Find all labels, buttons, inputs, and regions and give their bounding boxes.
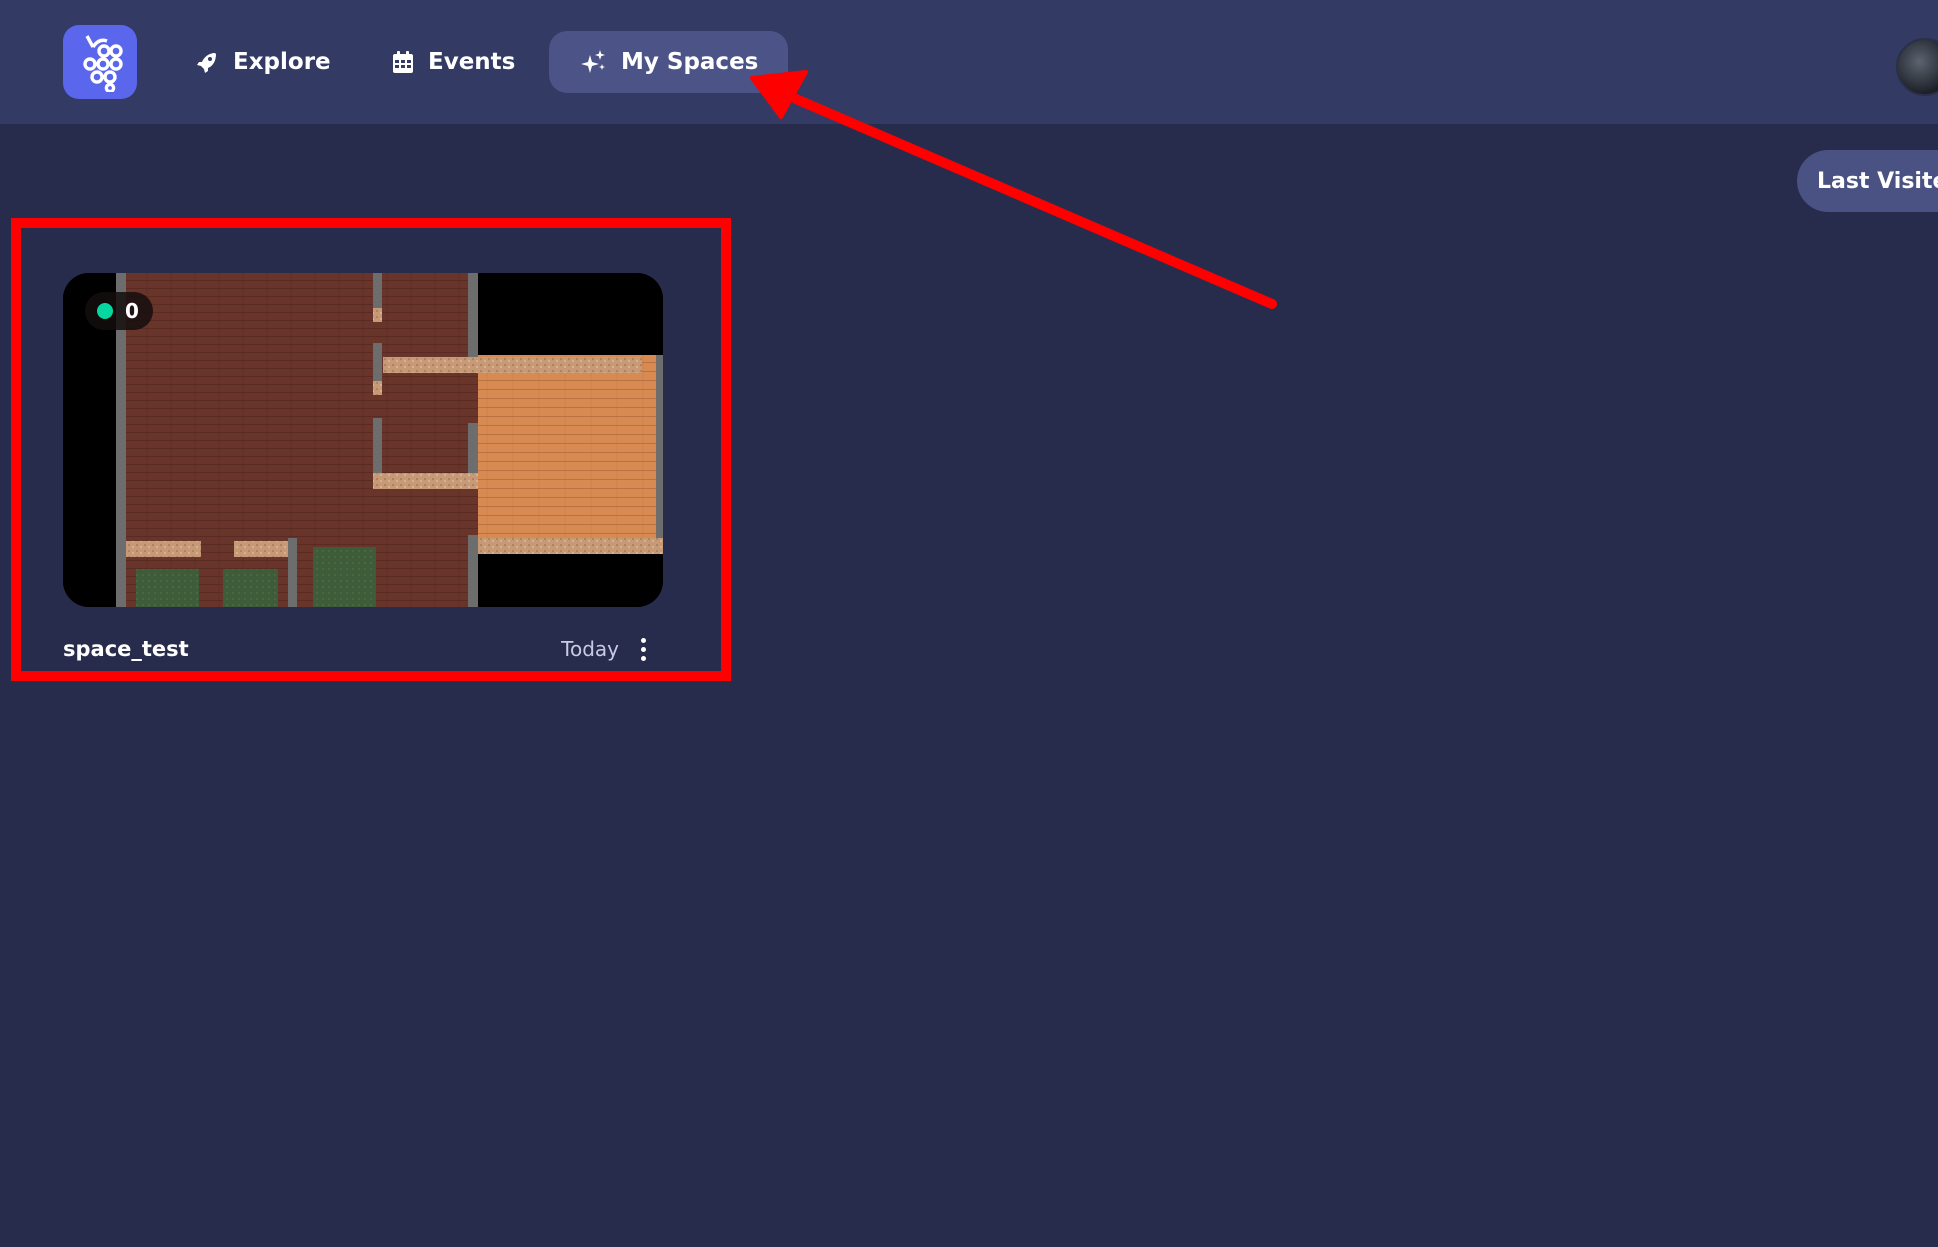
user-avatar[interactable]	[1896, 38, 1938, 96]
online-count-badge: 0	[85, 292, 153, 330]
nav-explore[interactable]: Explore	[165, 31, 361, 93]
nav-events[interactable]: Events	[362, 31, 545, 93]
online-status-dot	[97, 303, 113, 319]
space-name[interactable]: space_test	[63, 637, 189, 661]
sort-label: Last Visited	[1817, 168, 1938, 194]
sparkles-icon	[579, 49, 607, 75]
space-thumbnail[interactable]: 0	[63, 273, 663, 607]
nav-explore-label: Explore	[233, 49, 331, 75]
calendar-icon	[392, 50, 414, 74]
nav-my-spaces[interactable]: My Spaces	[549, 31, 789, 93]
nav-events-label: Events	[428, 49, 516, 75]
rocket-icon	[195, 50, 219, 74]
space-card[interactable]: 0 space_test Today	[63, 273, 663, 669]
grapes-logo-icon[interactable]	[63, 25, 137, 99]
more-options-icon[interactable]	[635, 631, 651, 667]
last-visited-label: Today	[561, 637, 619, 661]
sort-last-visited-button[interactable]: Last Visited	[1797, 150, 1938, 212]
online-count: 0	[125, 299, 139, 323]
top-navigation-bar: Explore Events My Spaces	[0, 0, 1938, 124]
space-map-preview	[63, 273, 663, 607]
nav-my-spaces-label: My Spaces	[621, 49, 759, 75]
space-card-footer: space_test Today	[63, 629, 663, 669]
